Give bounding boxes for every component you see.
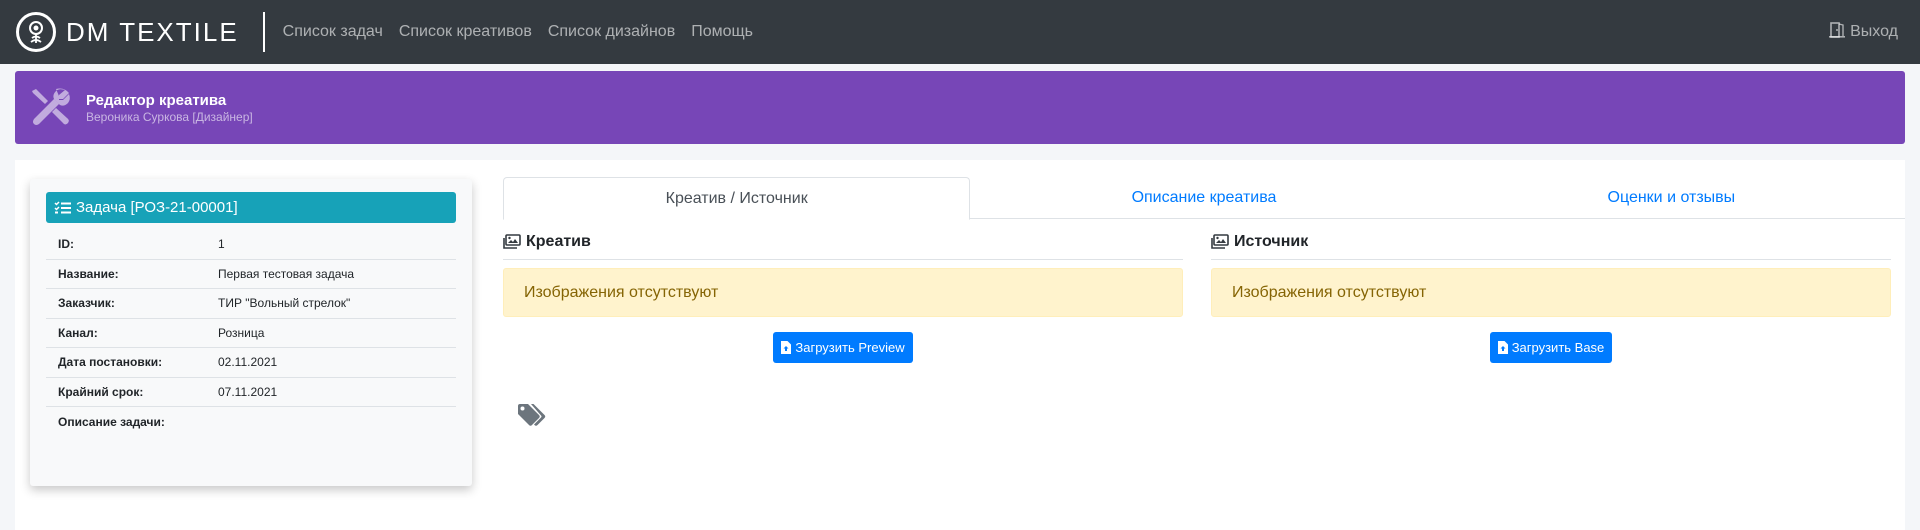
tab-bar: Креатив / Источник Описание креатива Оце… <box>503 177 1905 220</box>
task-label: ID: <box>58 237 74 252</box>
nav-task-list[interactable]: Список задач <box>275 23 391 41</box>
upload-base-button[interactable]: Загрузить Base <box>1489 332 1613 363</box>
task-row-name: Название: Первая тестовая задача <box>46 260 456 289</box>
tags-icon[interactable] <box>517 404 547 432</box>
task-value: Первая тестовая задача <box>218 266 355 281</box>
door-icon <box>1828 21 1846 43</box>
upload-base-label: Загрузить Base <box>1511 340 1605 355</box>
creative-header: Креатив <box>503 230 1183 260</box>
task-value: ТИР "Вольный стрелок" <box>218 296 351 311</box>
brand-name: DM TEXTILE <box>66 16 239 47</box>
navbar: DM TEXTILE Список задач Список креативов… <box>0 0 1920 64</box>
logout-label: Выход <box>1850 23 1898 40</box>
creative-title: Креатив <box>526 232 591 250</box>
task-label: Название: <box>58 266 119 281</box>
task-label: Крайний срок: <box>58 384 144 399</box>
tab-ratings-reviews[interactable]: Оценки и отзывы <box>1438 177 1905 219</box>
source-title: Источник <box>1234 232 1309 250</box>
brand-divider <box>262 12 265 52</box>
task-row-customer: Заказчик: ТИР "Вольный стрелок" <box>46 289 456 319</box>
page-header: Редактор креатива Вероника Суркова [Диза… <box>15 71 1905 144</box>
task-row-description: Описание задачи: <box>46 407 456 437</box>
nav-help[interactable]: Помощь <box>683 23 761 41</box>
task-value: 1 <box>218 237 225 252</box>
task-label: Канал: <box>58 325 98 340</box>
page-subtitle: Вероника Суркова [Дизайнер] <box>86 109 253 124</box>
task-row-id: ID: 1 <box>46 230 456 260</box>
task-row-deadline: Крайний срок: 07.11.2021 <box>46 378 456 407</box>
logo-icon <box>16 12 56 52</box>
task-card-header: Задача [РОЗ-21-00001] <box>46 192 456 223</box>
task-details: ID: 1 Название: Первая тестовая задача Зак… <box>46 230 456 437</box>
task-label: Описание задачи: <box>58 414 165 429</box>
task-value: Розница <box>218 325 265 340</box>
main-content: Задача [РОЗ-21-00001] ID: 1 Название: Перв… <box>15 160 1905 530</box>
images-icon <box>503 234 521 249</box>
tasks-icon <box>54 200 72 215</box>
task-row-channel: Канал: Розница <box>46 319 456 348</box>
tools-icon <box>28 85 74 131</box>
page-title: Редактор креатива <box>86 91 227 109</box>
nav-design-list[interactable]: Список дизайнов <box>540 23 683 41</box>
task-label: Заказчик: <box>58 296 115 311</box>
upload-preview-label: Загрузить Preview <box>795 340 905 355</box>
source-section: Источник Изображения отсутствуют Загрузи… <box>1211 230 1891 363</box>
logout-link[interactable]: Выход <box>1828 0 1898 64</box>
brand[interactable]: DM TEXTILE <box>0 0 239 64</box>
tab-creative-source[interactable]: Креатив / Источник <box>503 177 971 220</box>
task-label: Дата постановки: <box>58 355 163 370</box>
task-value: 02.11.2021 <box>218 355 278 370</box>
nav-creative-list[interactable]: Список креативов <box>391 23 540 41</box>
upload-preview-button[interactable]: Загрузить Preview <box>773 332 913 363</box>
task-value: 07.11.2021 <box>218 384 278 399</box>
task-card-title: Задача [РОЗ-21-00001] <box>76 199 238 216</box>
creative-empty-alert: Изображения отсутствуют <box>503 268 1183 317</box>
file-upload-icon <box>781 341 792 354</box>
task-card: Задача [РОЗ-21-00001] ID: 1 Название: Перв… <box>30 179 472 486</box>
images-icon <box>1211 234 1229 249</box>
task-row-start-date: Дата постановки: 02.11.2021 <box>46 348 456 378</box>
tab-creative-description[interactable]: Описание креатива <box>970 177 1437 219</box>
source-empty-alert: Изображения отсутствуют <box>1211 268 1891 317</box>
file-upload-icon <box>1497 341 1508 354</box>
creative-section: Креатив Изображения отсутствуют Загрузит… <box>503 230 1183 363</box>
source-header: Источник <box>1211 230 1891 260</box>
